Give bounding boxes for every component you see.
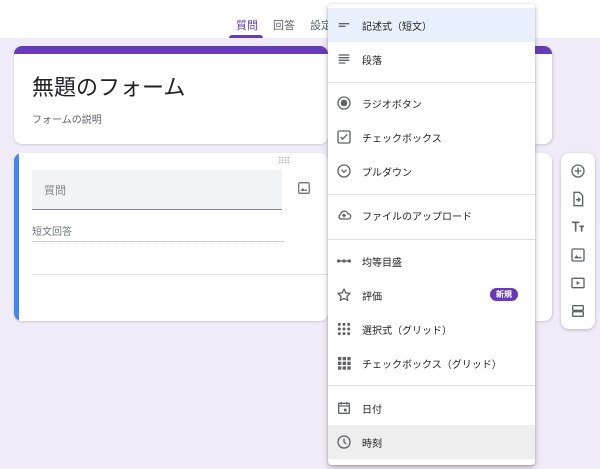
menu-item-label: チェックボックス（グリッド） <box>362 360 502 371</box>
paragraph-icon <box>338 54 350 64</box>
cloud-upload-icon <box>338 210 352 220</box>
menu-item-label: 均等目盛 <box>362 258 402 269</box>
checkbox-grid-icon <box>338 357 351 370</box>
short-answer-line <box>32 241 284 242</box>
question-type-menu: 記述式（短文） 段落 ラジオボタン チェックボックス プルダウン ファイルのアッ… <box>328 4 535 465</box>
import-questions-icon[interactable] <box>569 190 587 208</box>
menu-item-label: ラジオボタン <box>362 100 422 111</box>
card-footer-divider <box>32 274 328 275</box>
menu-item-rating[interactable]: 評価 新規 <box>328 278 535 312</box>
menu-item-label: 段落 <box>362 56 382 67</box>
header-accent-bar <box>14 46 328 54</box>
menu-item-label: 時刻 <box>362 439 382 450</box>
form-header-card-edge <box>535 46 552 144</box>
menu-item-checkbox[interactable]: チェックボックス <box>328 120 535 154</box>
floating-toolbar <box>561 153 595 329</box>
add-title-icon[interactable] <box>569 218 587 236</box>
question-placeholder: 質問 <box>44 184 66 197</box>
menu-divider <box>328 385 535 386</box>
header-accent-bar-edge <box>535 46 552 54</box>
form-description[interactable]: フォームの説明 <box>32 111 102 126</box>
radio-button-icon <box>337 96 351 110</box>
menu-item-file-upload[interactable]: ファイルのアップロード <box>328 198 535 232</box>
menu-divider <box>328 194 535 195</box>
question-card[interactable]: ⠿⠿ 質問 短文回答 <box>14 153 328 321</box>
tab-questions[interactable]: 質問 <box>236 17 258 33</box>
menu-divider <box>328 239 535 240</box>
active-tab-indicator <box>229 35 263 38</box>
question-card-edge <box>535 153 552 321</box>
short-answer-icon <box>338 23 350 27</box>
clock-icon <box>337 435 351 449</box>
active-question-indicator <box>14 153 19 321</box>
menu-item-label: 記述式（短文） <box>362 22 432 33</box>
new-badge: 新規 <box>490 288 518 301</box>
menu-item-checkbox-grid[interactable]: チェックボックス（グリッド） <box>328 346 535 380</box>
add-video-icon[interactable] <box>569 274 587 292</box>
menu-item-label: プルダウン <box>362 168 412 179</box>
add-section-icon[interactable] <box>569 302 587 320</box>
menu-item-dropdown[interactable]: プルダウン <box>328 154 535 188</box>
menu-item-label: 日付 <box>362 405 382 416</box>
calendar-icon <box>338 402 350 414</box>
add-image-icon[interactable] <box>297 181 311 195</box>
star-icon <box>337 288 351 302</box>
menu-item-radio[interactable]: ラジオボタン <box>328 86 535 120</box>
menu-divider <box>328 82 535 83</box>
menu-item-short-answer[interactable]: 記述式（短文） <box>328 8 535 42</box>
form-title[interactable]: 無題のフォーム <box>32 70 185 102</box>
form-header-card: 無題のフォーム フォームの説明 <box>14 46 328 144</box>
linear-scale-icon <box>337 259 351 263</box>
menu-item-label: 選択式（グリッド） <box>362 326 452 337</box>
grid-icon <box>337 322 351 336</box>
add-image-icon-toolbar[interactable] <box>569 246 587 264</box>
menu-item-paragraph[interactable]: 段落 <box>328 42 535 76</box>
menu-item-time[interactable]: 時刻 <box>328 425 535 459</box>
question-title-input[interactable]: 質問 <box>32 170 282 210</box>
drag-handle-icon[interactable]: ⠿⠿ <box>278 157 290 167</box>
add-question-icon[interactable] <box>569 162 587 180</box>
menu-item-label: チェックボックス <box>362 134 442 145</box>
menu-item-linear-scale[interactable]: 均等目盛 <box>328 244 535 278</box>
tab-responses[interactable]: 回答 <box>273 17 295 33</box>
menu-item-label: 評価 <box>362 292 382 303</box>
menu-item-grid[interactable]: 選択式（グリッド） <box>328 312 535 346</box>
menu-item-date[interactable]: 日付 <box>328 391 535 425</box>
short-answer-placeholder: 短文回答 <box>32 227 72 238</box>
menu-item-label: ファイルのアップロード <box>362 212 472 223</box>
dropdown-icon <box>337 164 351 178</box>
checkbox-icon <box>337 130 351 144</box>
